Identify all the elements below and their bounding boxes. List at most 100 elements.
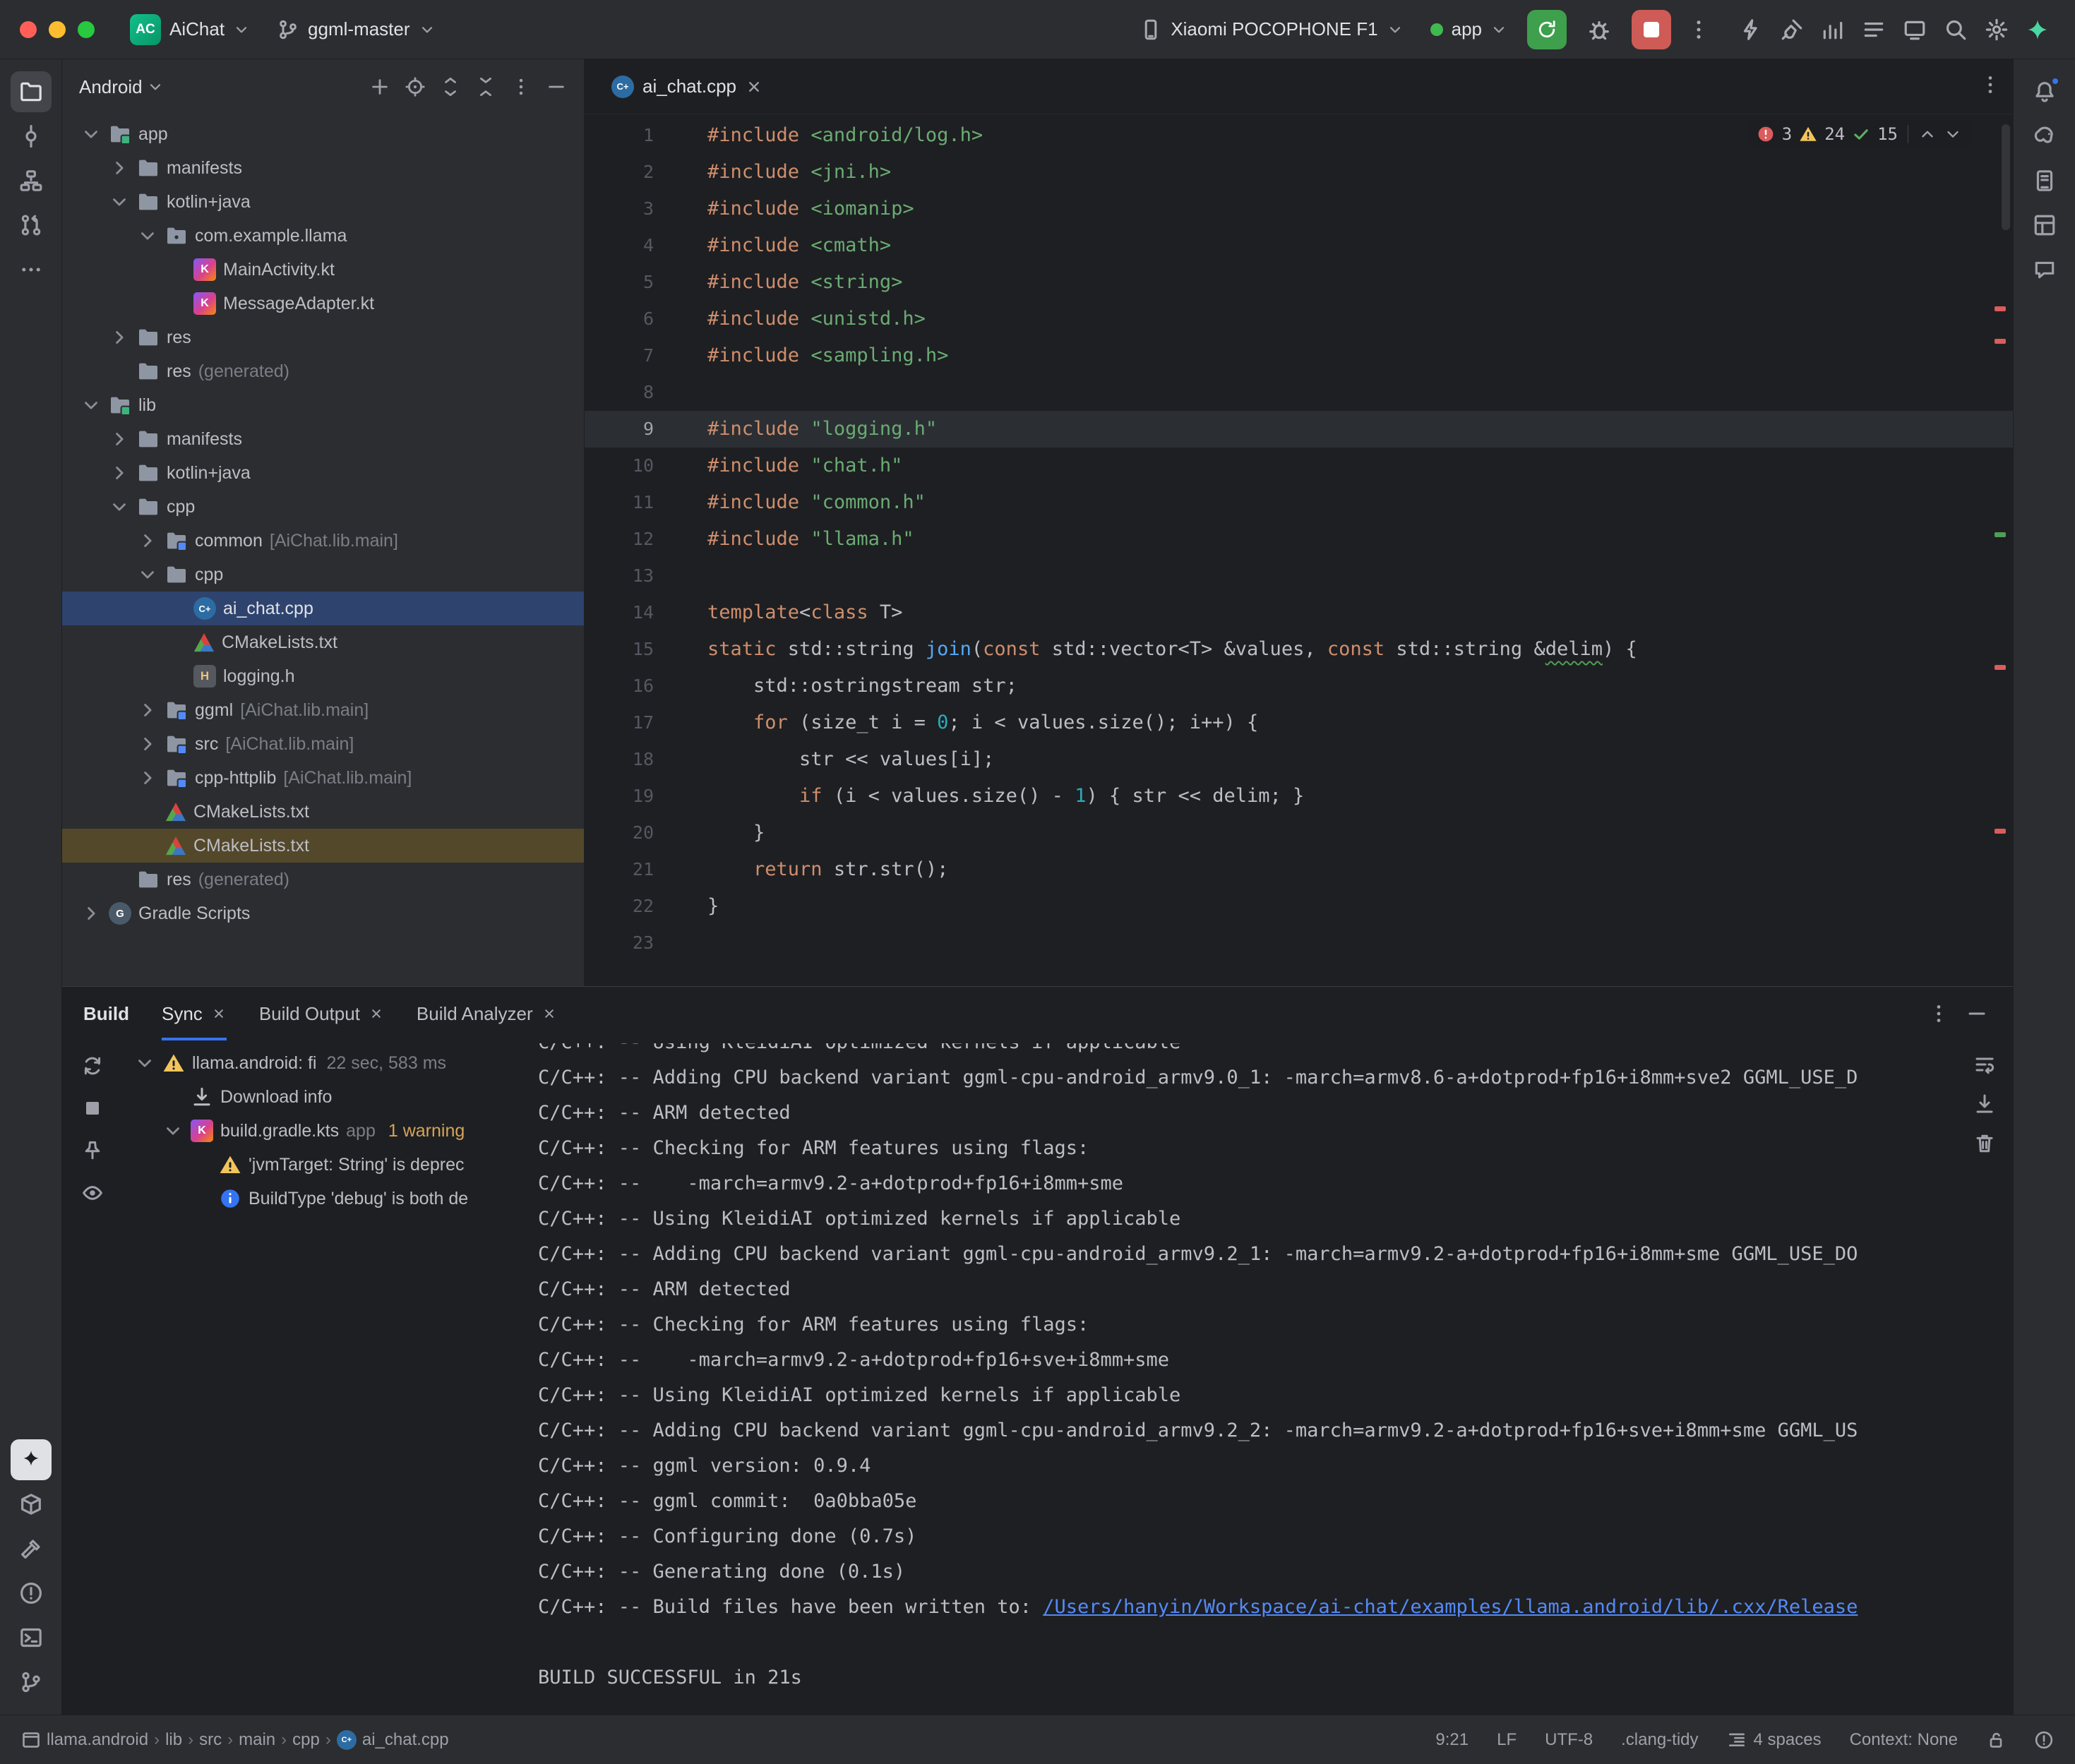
close-icon[interactable] (369, 1006, 384, 1021)
attach-debugger-button[interactable] (1774, 12, 1810, 47)
device-selector[interactable]: Xiaomi POCOPHONE F1 (1130, 13, 1413, 47)
error-stripe-mark[interactable] (1995, 339, 2006, 344)
more-vertical-icon[interactable] (1979, 73, 2002, 96)
code-text[interactable]: #include <unistd.h> (683, 301, 2013, 337)
tree-item-kotlin-java[interactable]: kotlin+java (62, 456, 584, 490)
code-line-5[interactable]: 5#include <string> (585, 264, 2013, 301)
tree-item-cmakelists-txt[interactable]: CMakeLists.txt (62, 625, 584, 659)
maximize-window-button[interactable] (78, 21, 95, 38)
tree-item-lib[interactable]: lib (62, 388, 584, 422)
version-control-stripe-button[interactable] (11, 1662, 52, 1703)
code-text[interactable]: if (i < values.size() - 1) { str << deli… (683, 778, 2013, 815)
line-number[interactable]: 10 (585, 448, 683, 484)
device-explorer-stripe-button[interactable] (2024, 160, 2065, 201)
chevron-down-icon[interactable] (137, 225, 158, 246)
sync-tree-item-download-info[interactable]: Download info (123, 1080, 518, 1114)
code-line-22[interactable]: 22} (585, 888, 2013, 925)
apply-changes-button[interactable] (1733, 12, 1769, 47)
breadcrumb-item-src[interactable]: src (199, 1730, 222, 1750)
chevron-down-icon[interactable] (80, 395, 102, 416)
change-stripe-mark[interactable] (1995, 532, 2006, 537)
chevron-right-icon[interactable] (137, 530, 158, 551)
code-text[interactable]: } (683, 815, 2013, 851)
tab-ai-chat-cpp[interactable]: C+ ai_chat.cpp (596, 59, 779, 114)
expand-all-button[interactable] (436, 72, 465, 102)
line-number[interactable]: 22 (585, 888, 683, 925)
gemini-button[interactable] (2020, 12, 2055, 47)
chevron-down-icon[interactable] (162, 1120, 184, 1141)
chevron-down-icon[interactable] (134, 1052, 155, 1074)
line-number[interactable]: 9 (585, 411, 683, 448)
stop-button[interactable] (1632, 10, 1671, 49)
tree-item-cpp[interactable]: cpp (62, 490, 584, 524)
tree-item-res[interactable]: res(generated) (62, 354, 584, 388)
code-line-16[interactable]: 16 std::ostringstream str; (585, 668, 2013, 704)
breadcrumb-item-cpp[interactable]: cpp (292, 1730, 320, 1750)
line-number[interactable]: 18 (585, 741, 683, 778)
console-file-link[interactable]: /Users/hanyin/Workspace/ai-chat/examples… (1043, 1596, 1858, 1618)
tree-item-cmakelists-txt[interactable]: CMakeLists.txt (62, 795, 584, 829)
plus-button[interactable] (365, 72, 395, 102)
logcat-button[interactable] (1856, 12, 1891, 47)
debug-button[interactable] (1579, 10, 1619, 49)
run-config-selector[interactable]: app (1421, 13, 1517, 46)
tree-item-gradle-scripts[interactable]: GGradle Scripts (62, 896, 584, 930)
code-line-23[interactable]: 23 (585, 925, 2013, 961)
close-icon[interactable] (542, 1006, 557, 1021)
hide-button[interactable] (542, 72, 571, 102)
tree-item-messageadapter-kt[interactable]: KMessageAdapter.kt (62, 287, 584, 320)
code-line-9[interactable]: 9#include "logging.h" (585, 411, 2013, 448)
code-line-2[interactable]: 2#include <jni.h> (585, 154, 2013, 191)
chevron-down-icon[interactable] (109, 191, 130, 212)
code-text[interactable]: #include "llama.h" (683, 521, 2013, 558)
chevron-right-icon[interactable] (80, 903, 102, 924)
chevron-down-icon[interactable] (109, 496, 130, 517)
line-number[interactable]: 1 (585, 117, 683, 154)
chevron-right-icon[interactable] (109, 462, 130, 484)
tree-item-cpp[interactable]: cpp (62, 558, 584, 592)
sync-tree-item-build-gradle-kts[interactable]: Kbuild.gradle.ktsapp1 warning (123, 1114, 518, 1148)
chevron-right-icon[interactable] (109, 157, 130, 179)
more-vertical-icon[interactable] (1927, 1002, 1950, 1025)
search-button[interactable] (1938, 12, 1973, 47)
tree-item-cmakelists-txt[interactable]: CMakeLists.txt (62, 829, 584, 863)
unlock-icon[interactable] (1986, 1730, 2006, 1750)
minimize-tool-window-button[interactable] (1966, 1002, 1988, 1025)
code-text[interactable]: #include "chat.h" (683, 448, 2013, 484)
code-text[interactable]: #include <iomanip> (683, 191, 2013, 227)
code-line-12[interactable]: 12#include "llama.h" (585, 521, 2013, 558)
chevron-right-icon[interactable] (109, 327, 130, 348)
line-number[interactable]: 12 (585, 521, 683, 558)
code-text[interactable]: #include <sampling.h> (683, 337, 2013, 374)
sync-tree-item-buildtype-debug-is-both-de[interactable]: BuildType 'debug' is both de (123, 1182, 518, 1216)
tree-item-mainactivity-kt[interactable]: KMainActivity.kt (62, 253, 584, 287)
line-number[interactable]: 2 (585, 154, 683, 191)
breadcrumb-item-ai-chat-cpp[interactable]: ai_chat.cpp (362, 1730, 449, 1750)
line-number[interactable]: 7 (585, 337, 683, 374)
breadcrumb-item-main[interactable]: main (239, 1730, 275, 1750)
editor-scrollbar[interactable] (2002, 124, 2010, 230)
close-icon[interactable] (211, 1006, 227, 1021)
commit-stripe-button[interactable] (11, 116, 52, 157)
notifications-stripe-button[interactable] (2024, 71, 2065, 112)
clear-icon[interactable] (1973, 1132, 1996, 1155)
line-number[interactable]: 21 (585, 851, 683, 888)
code-text[interactable]: template<class T> (683, 594, 2013, 631)
line-number[interactable]: 14 (585, 594, 683, 631)
stop-icon[interactable] (81, 1097, 104, 1120)
profiler-button[interactable] (1815, 12, 1850, 47)
code-text[interactable]: str << values[i]; (683, 741, 2013, 778)
device-manager-button[interactable] (1897, 12, 1932, 47)
tree-item-manifests[interactable]: manifests (62, 422, 584, 456)
chevron-down-icon[interactable] (137, 564, 158, 585)
code-line-10[interactable]: 10#include "chat.h" (585, 448, 2013, 484)
close-icon[interactable] (745, 78, 763, 96)
code-editor[interactable]: 1#include <android/log.h>2#include <jni.… (585, 114, 2013, 986)
tree-item-res[interactable]: res (62, 320, 584, 354)
close-window-button[interactable] (20, 21, 37, 38)
chevron-right-icon[interactable] (137, 700, 158, 721)
code-line-17[interactable]: 17 for (size_t i = 0; i < values.size();… (585, 704, 2013, 741)
structure-stripe-button[interactable] (11, 160, 52, 201)
assistant-stripe-button[interactable] (2024, 249, 2065, 290)
code-text[interactable]: return str.str(); (683, 851, 2013, 888)
